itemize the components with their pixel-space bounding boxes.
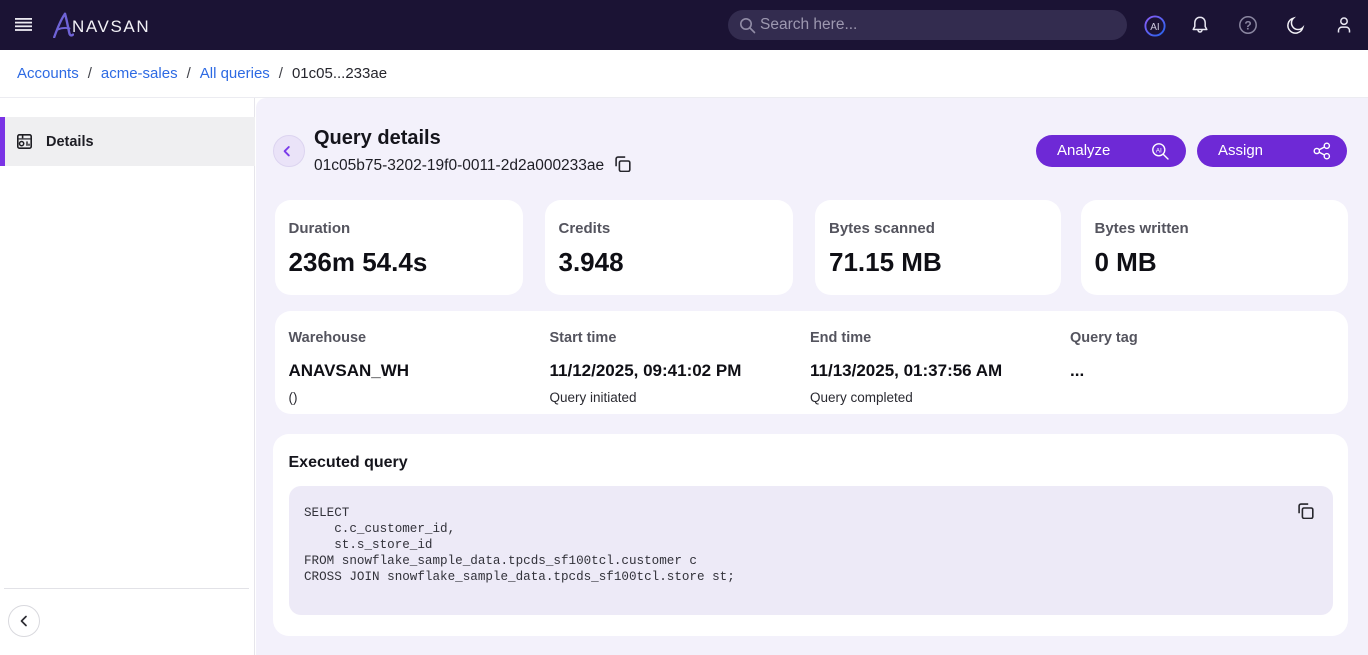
svg-text:AI: AI — [1150, 22, 1159, 33]
svg-text:AI: AI — [1156, 147, 1162, 154]
svg-text:?: ? — [1244, 18, 1251, 32]
